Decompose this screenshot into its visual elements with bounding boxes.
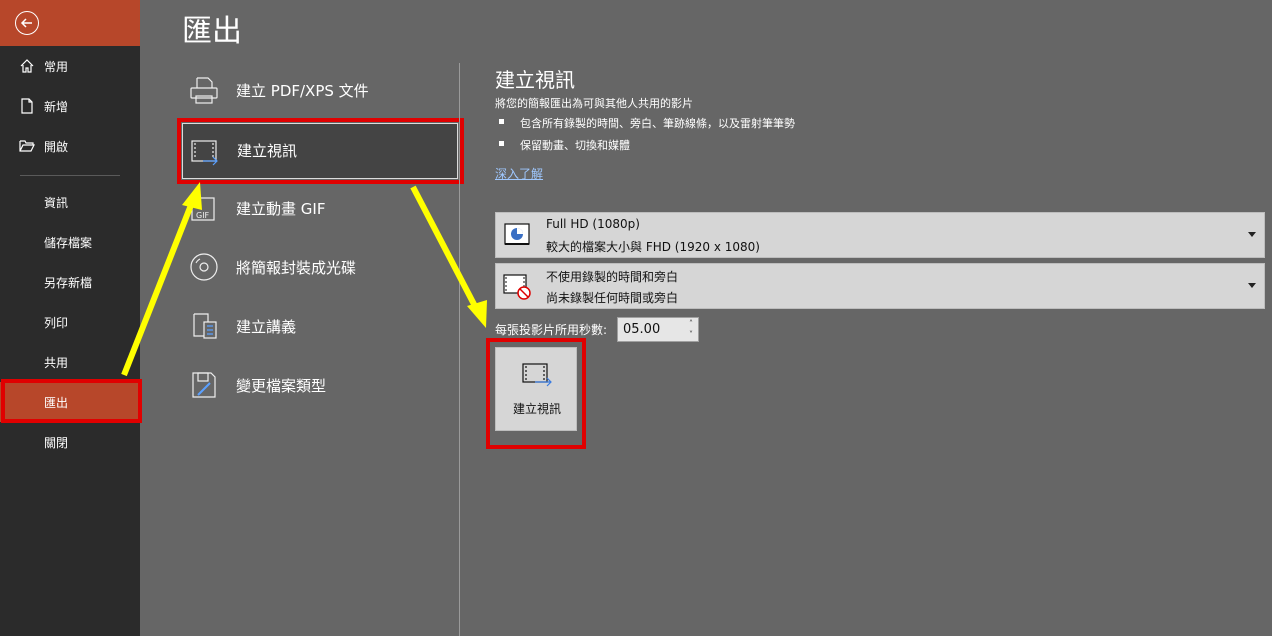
nav-item-close[interactable]: 關閉 bbox=[0, 422, 140, 462]
nav-item-print[interactable]: 列印 bbox=[0, 302, 140, 342]
nav-item-open[interactable]: 開啟 bbox=[0, 126, 140, 166]
nav-item-label: 列印 bbox=[44, 316, 69, 330]
spin-down-icon[interactable]: ˅ bbox=[684, 329, 698, 340]
dropdown-primary-text: Full HD (1080p) bbox=[546, 217, 640, 231]
option-package-cd[interactable]: 將簡報封裝成光碟 bbox=[182, 239, 458, 295]
pane-description: 將您的簡報匯出為可與其他人共用的影片 bbox=[495, 97, 693, 110]
handout-icon bbox=[188, 310, 220, 342]
highlight-box-create-button bbox=[486, 338, 586, 449]
home-icon bbox=[19, 58, 35, 74]
pane-divider bbox=[459, 63, 460, 636]
timing-narration-dropdown[interactable]: 不使用錄製的時間和旁白 尚未錄製任何時間或旁白 bbox=[495, 263, 1265, 309]
no-narration-icon bbox=[502, 271, 532, 301]
backstage-nav: 常用 新增 開啟 資訊 儲存檔案 另存新檔 列印 共用 匯出 關閉 bbox=[0, 0, 140, 636]
nav-item-label: 另存新檔 bbox=[44, 276, 93, 290]
nav-item-home[interactable]: 常用 bbox=[0, 46, 140, 86]
spin-up-icon[interactable]: ˄ bbox=[684, 318, 698, 329]
nav-item-info[interactable]: 資訊 bbox=[0, 182, 140, 222]
chevron-down-icon bbox=[1248, 283, 1256, 288]
video-quality-dropdown[interactable]: Full HD (1080p) 較大的檔案大小與 FHD (1920 x 108… bbox=[495, 212, 1265, 258]
page-title: 匯出 bbox=[182, 14, 242, 49]
bullet-icon bbox=[499, 119, 504, 124]
dropdown-primary-text: 不使用錄製的時間和旁白 bbox=[546, 270, 679, 284]
svg-text:GIF: GIF bbox=[196, 211, 210, 220]
dropdown-secondary-text: 尚未錄製任何時間或旁白 bbox=[546, 291, 679, 305]
nav-item-new[interactable]: 新增 bbox=[0, 86, 140, 126]
new-document-icon bbox=[19, 98, 35, 114]
back-button[interactable] bbox=[0, 0, 140, 46]
option-create-handouts[interactable]: 建立講義 bbox=[182, 298, 458, 354]
option-label: 建立動畫 GIF bbox=[236, 200, 326, 218]
nav-item-label: 新增 bbox=[44, 100, 69, 114]
change-filetype-icon bbox=[188, 369, 220, 401]
bullet-text: 包含所有錄製的時間、旁白、筆跡線條，以及雷射筆筆勢 bbox=[520, 117, 795, 130]
folder-open-icon bbox=[19, 138, 35, 154]
nav-divider bbox=[20, 175, 120, 176]
cd-icon bbox=[188, 251, 220, 283]
seconds-spinner[interactable]: ˄ ˅ bbox=[684, 318, 698, 341]
presentation-quality-icon bbox=[502, 220, 532, 250]
gif-icon: GIF bbox=[188, 192, 220, 224]
seconds-per-slide-label: 每張投影片所用秒數: bbox=[495, 323, 608, 337]
highlight-box-export bbox=[1, 379, 142, 423]
chevron-down-icon bbox=[1248, 232, 1256, 237]
option-label: 變更檔案類型 bbox=[236, 377, 327, 395]
nav-item-label: 儲存檔案 bbox=[44, 236, 93, 250]
nav-item-save[interactable]: 儲存檔案 bbox=[0, 222, 140, 262]
pane-title: 建立視訊 bbox=[495, 68, 575, 92]
pdf-printer-icon bbox=[188, 74, 220, 106]
nav-item-label: 常用 bbox=[44, 60, 69, 74]
nav-item-label: 關閉 bbox=[44, 436, 69, 450]
option-label: 建立講義 bbox=[236, 318, 297, 336]
option-change-file-type[interactable]: 變更檔案類型 bbox=[182, 357, 458, 413]
nav-item-share[interactable]: 共用 bbox=[0, 342, 140, 382]
highlight-box-create-video bbox=[177, 118, 464, 184]
learn-more-link[interactable]: 深入了解 bbox=[495, 165, 543, 182]
nav-item-label: 共用 bbox=[44, 356, 69, 370]
bullet-text: 保留動畫、切換和媒體 bbox=[520, 139, 630, 152]
nav-item-label: 開啟 bbox=[44, 140, 69, 154]
option-create-gif[interactable]: GIF 建立動畫 GIF bbox=[182, 180, 458, 236]
option-label: 建立 PDF/XPS 文件 bbox=[236, 82, 369, 100]
back-arrow-icon bbox=[15, 11, 39, 35]
option-create-pdf[interactable]: 建立 PDF/XPS 文件 bbox=[182, 62, 458, 118]
bullet-icon bbox=[499, 141, 504, 146]
nav-item-label: 資訊 bbox=[44, 196, 69, 210]
option-label: 將簡報封裝成光碟 bbox=[236, 259, 357, 277]
nav-item-save-as[interactable]: 另存新檔 bbox=[0, 262, 140, 302]
dropdown-secondary-text: 較大的檔案大小與 FHD (1920 x 1080) bbox=[546, 240, 760, 254]
